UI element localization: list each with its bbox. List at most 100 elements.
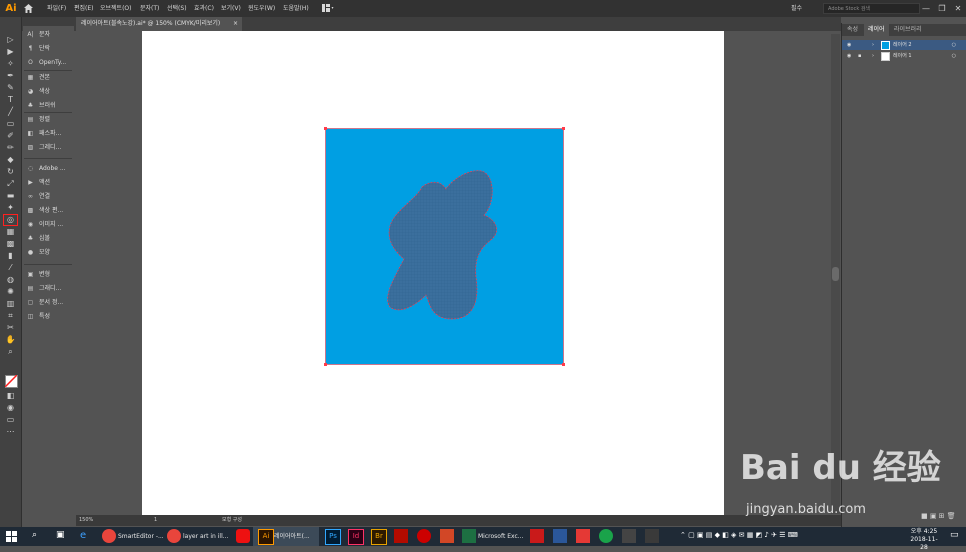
system-tray-icons[interactable]: ⌃ ▢ ▣ ▤ ◆ ◧ ◈ ✉ ▦ ◩ ♪ ✈ ☰ ⌨ (680, 531, 798, 539)
edge-browser-icon[interactable]: e (80, 530, 86, 541)
panel-swatches[interactable]: ▦ 견본 (26, 71, 50, 84)
curvature-tool-icon[interactable]: ✎ (4, 83, 17, 93)
rectangle-tool-icon[interactable]: ▭ (4, 119, 17, 129)
panel-symbols[interactable]: ♣ 심볼 (26, 232, 50, 245)
expand-chevron-icon[interactable]: › (872, 40, 874, 50)
panel-brushes[interactable]: ♣ 브러쉬 (26, 99, 56, 112)
panel-adobe-color[interactable]: ◌ Adobe ... (26, 162, 66, 175)
app-icon[interactable] (645, 529, 659, 543)
screen-mode-icon[interactable]: ▭ (4, 415, 17, 425)
panel-pathfinder[interactable]: ◧ 패스파... (26, 127, 62, 140)
scale-tool-icon[interactable]: ⤢ (4, 179, 17, 189)
notifications-icon[interactable]: ▭ (950, 530, 959, 540)
workspace-switcher-icon[interactable] (322, 4, 334, 12)
zoom-level[interactable]: 150% (79, 515, 93, 526)
lock-icon[interactable]: ▪ (858, 51, 861, 61)
target-circle-icon[interactable]: ○ (952, 51, 956, 61)
slice-tool-icon[interactable]: ✂ (4, 323, 17, 333)
tab-libraries[interactable]: 라이브러리 (890, 24, 926, 36)
eraser-tool-icon[interactable]: ◆ (4, 155, 17, 165)
search-icon[interactable]: ⌕ (32, 530, 37, 540)
pen-tool-icon[interactable]: ✒ (4, 71, 17, 81)
hand-tool-icon[interactable]: ✋ (4, 335, 17, 345)
color-mode-icon[interactable]: ◧ (4, 391, 17, 401)
panel-footer-icons[interactable]: ■ ▣ ⊞ 🗑 (921, 512, 956, 520)
panel-transform[interactable]: ▣ 변형 (26, 268, 50, 281)
home-icon[interactable] (23, 3, 34, 14)
taskbar-app-label[interactable]: layer art in ill... (183, 527, 228, 546)
perspective-tool-icon[interactable]: ▦ (4, 227, 17, 237)
layer-name[interactable]: 레이어 2 (893, 40, 912, 50)
panel-actions[interactable]: ▶ 액션 (26, 176, 50, 189)
visibility-eye-icon[interactable]: ◉ (847, 40, 851, 50)
minimize-button[interactable]: — (918, 0, 934, 17)
panel-image-trace[interactable]: ◉ 이미지 ... (26, 218, 63, 231)
direct-selection-tool-icon[interactable]: ▶ (4, 47, 17, 57)
close-window-button[interactable]: ✕ (950, 0, 966, 17)
app-icon[interactable] (599, 529, 613, 543)
artboard-tool-icon[interactable]: ⌗ (4, 311, 17, 321)
app-icon[interactable] (576, 529, 590, 543)
document-tab[interactable]: 레이어아트(블속노강).ai* @ 150% (CMYK/미리보기) × (76, 17, 242, 31)
shape-builder-tool-icon[interactable]: ◎ (3, 214, 18, 226)
panel-appearance[interactable]: ● 모양 (26, 246, 50, 259)
stock-search-input[interactable]: Adobe Stock 검색 (823, 3, 920, 14)
menu-effect[interactable]: 효과(C) (194, 0, 214, 17)
menu-edit[interactable]: 편집(E) (74, 0, 94, 17)
taskbar-app-label[interactable]: SmartEditor -... (118, 527, 164, 546)
menu-window[interactable]: 윈도우(W) (248, 0, 275, 17)
indesign-icon[interactable]: Id (348, 529, 364, 545)
acrobat-icon[interactable] (394, 529, 408, 543)
panel-graphic-styles[interactable]: ▨ 그레디... (26, 141, 62, 154)
app-icon[interactable] (622, 529, 636, 543)
more-tools-icon[interactable]: ⋯ (4, 427, 17, 437)
illustrator-icon[interactable]: Ai (258, 529, 274, 545)
artwork[interactable] (324, 127, 566, 367)
magic-wand-tool-icon[interactable]: ✧ (4, 59, 17, 69)
chrome-icon[interactable] (102, 529, 116, 543)
windows-start-icon[interactable] (6, 531, 17, 542)
chrome-icon[interactable] (167, 529, 181, 543)
tab-properties[interactable]: 속성 (843, 24, 862, 36)
workspace-select[interactable]: 필수 (791, 0, 802, 17)
rotate-tool-icon[interactable]: ↻ (4, 167, 17, 177)
gradient-tool-icon[interactable]: ▮ (4, 251, 17, 261)
tab-layers[interactable]: 레이어 (864, 24, 889, 36)
taskbar-app-label[interactable]: Microsoft Exc... (478, 527, 523, 546)
powerpoint-icon[interactable] (440, 529, 454, 543)
scrollbar-thumb[interactable] (832, 267, 839, 281)
taskbar-clock[interactable]: 오후 4:25 2018-11-28 (908, 528, 940, 552)
panel-paragraph[interactable]: ¶ 단락 (26, 42, 50, 55)
line-tool-icon[interactable]: ╱ (4, 107, 17, 117)
page-number[interactable]: 1 (154, 515, 157, 526)
paintbrush-tool-icon[interactable]: ✐ (4, 131, 17, 141)
panel-links[interactable]: ∞ 연결 (26, 190, 50, 203)
expand-chevron-icon[interactable]: › (872, 51, 874, 61)
menu-help[interactable]: 도움말(H) (283, 0, 309, 17)
layer-name[interactable]: 레이어 1 (893, 51, 912, 61)
mesh-tool-icon[interactable]: ▩ (4, 239, 17, 249)
restore-button[interactable]: ❐ (934, 0, 950, 17)
panel-document-info[interactable]: ▢ 문서 정... (26, 296, 64, 309)
menu-type[interactable]: 문자(T) (140, 0, 159, 17)
symbol-sprayer-tool-icon[interactable]: ✺ (4, 287, 17, 297)
app-icon[interactable] (236, 529, 250, 543)
photoshop-icon[interactable]: Ps (325, 529, 341, 545)
panel-gradient[interactable]: ▤ 그래디... (26, 282, 62, 295)
excel-icon[interactable] (462, 529, 476, 543)
panel-color[interactable]: ◕ 색상 (26, 85, 50, 98)
layer-row[interactable]: ◉ › 레이어 2 ○ (842, 40, 966, 50)
panel-opentype[interactable]: O OpenTy... (26, 56, 66, 69)
menu-object[interactable]: 오브젝트(O) (100, 0, 132, 17)
graph-tool-icon[interactable]: ▥ (4, 299, 17, 309)
panel-align[interactable]: ▤ 정렬 (26, 113, 50, 126)
app-icon[interactable] (417, 529, 431, 543)
menu-view[interactable]: 보기(V) (221, 0, 241, 17)
pencil-tool-icon[interactable]: ✏ (4, 143, 17, 153)
eyedropper-tool-icon[interactable]: ⁄ (4, 263, 17, 273)
menu-select[interactable]: 선택(S) (167, 0, 187, 17)
menu-file[interactable]: 파일(F) (47, 0, 66, 17)
bridge-icon[interactable]: Br (371, 529, 387, 545)
draw-mode-icon[interactable]: ◉ (4, 403, 17, 413)
target-circle-icon[interactable]: ○ (952, 40, 956, 50)
